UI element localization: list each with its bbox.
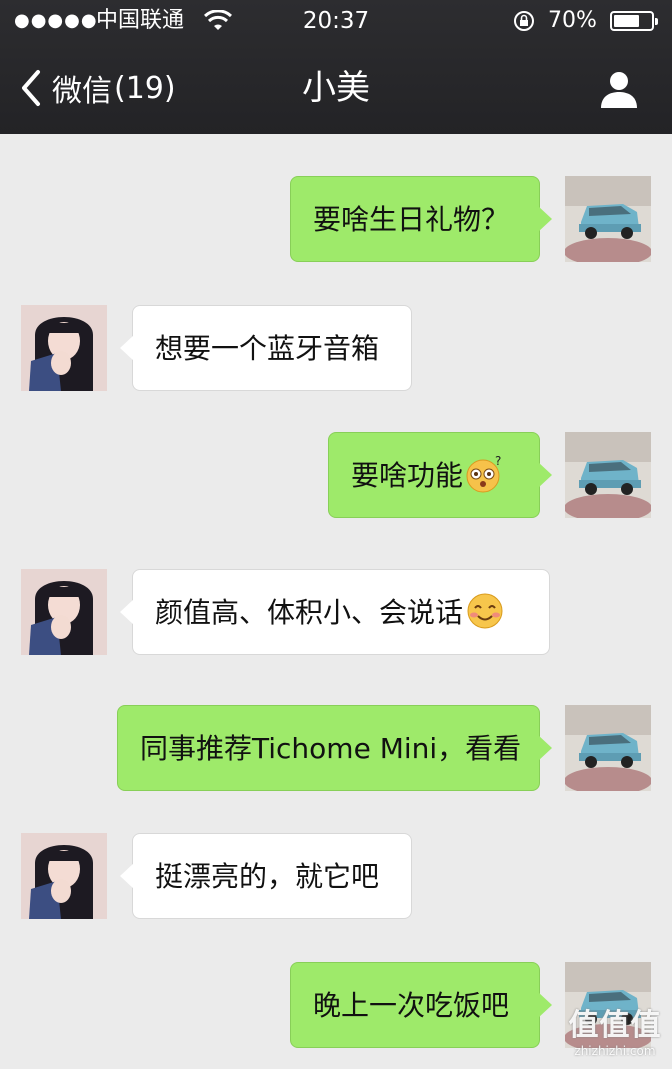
my-avatar[interactable] xyxy=(565,705,651,791)
bubble-tail xyxy=(538,206,552,232)
message-text: 要啥生日礼物？ xyxy=(313,203,510,236)
my-avatar[interactable] xyxy=(565,432,651,518)
bubble-tail xyxy=(538,735,552,761)
contact-avatar[interactable] xyxy=(21,305,107,391)
battery-nub xyxy=(655,18,658,25)
my-avatar[interactable] xyxy=(565,176,651,262)
rotation-lock-icon xyxy=(514,11,534,31)
incoming-message-bubble[interactable]: 想要一个蓝牙音箱 xyxy=(120,305,412,391)
message-text: 挺漂亮的，就它吧 xyxy=(155,860,380,893)
top-bar: ●●●●● 中国联通 20:37 70% 微信 (19) 小美 xyxy=(0,0,672,134)
outgoing-message-bubble[interactable]: 同事推荐Tichome Mini，看看 xyxy=(117,705,552,791)
chat-title: 小美 xyxy=(302,68,370,108)
bubble-tail xyxy=(538,462,552,488)
message-text: 同事推荐Tichome Mini，看看 xyxy=(140,732,522,765)
battery-fill xyxy=(614,15,640,27)
dizzy-face-emoji: ? xyxy=(466,454,501,493)
watermark: 值值值 zhizhizhi.com xyxy=(560,1008,670,1068)
incoming-message-bubble[interactable]: 颜值高、体积小、会说话 xyxy=(120,569,550,655)
contact-avatar[interactable] xyxy=(21,569,107,655)
watermark-url: zhizhizhi.com xyxy=(574,1044,656,1058)
watermark-logo: 值值值 xyxy=(568,1008,662,1043)
blush-smile-emoji xyxy=(467,593,503,629)
bubble-tail xyxy=(120,863,134,889)
outgoing-message-bubble[interactable]: 要啥生日礼物？ xyxy=(290,176,552,262)
svg-text:?: ? xyxy=(495,454,501,468)
contact-avatar[interactable] xyxy=(21,833,107,919)
status-bar: ●●●●● 中国联通 20:37 70% xyxy=(0,0,672,42)
bubble-tail xyxy=(120,599,134,625)
outgoing-message-bubble[interactable]: 要啥功能 ? xyxy=(328,432,552,518)
incoming-message-bubble[interactable]: 挺漂亮的，就它吧 xyxy=(120,833,412,919)
bubble-tail xyxy=(120,335,134,361)
battery-icon xyxy=(610,11,658,31)
message-text: 想要一个蓝牙音箱 xyxy=(155,332,380,365)
person-icon[interactable] xyxy=(596,66,642,112)
navigation-bar: 微信 (19) 小美 xyxy=(0,48,672,128)
message-text: 晚上一次吃饭吧 xyxy=(313,989,510,1022)
bubble-tail xyxy=(538,992,552,1018)
battery-percentage: 70% xyxy=(548,8,597,33)
outgoing-message-bubble[interactable]: 晚上一次吃饭吧 xyxy=(290,962,552,1048)
message-text: 颜值高、体积小、会说话 xyxy=(155,596,464,629)
message-text: 要啥功能 xyxy=(351,459,464,492)
